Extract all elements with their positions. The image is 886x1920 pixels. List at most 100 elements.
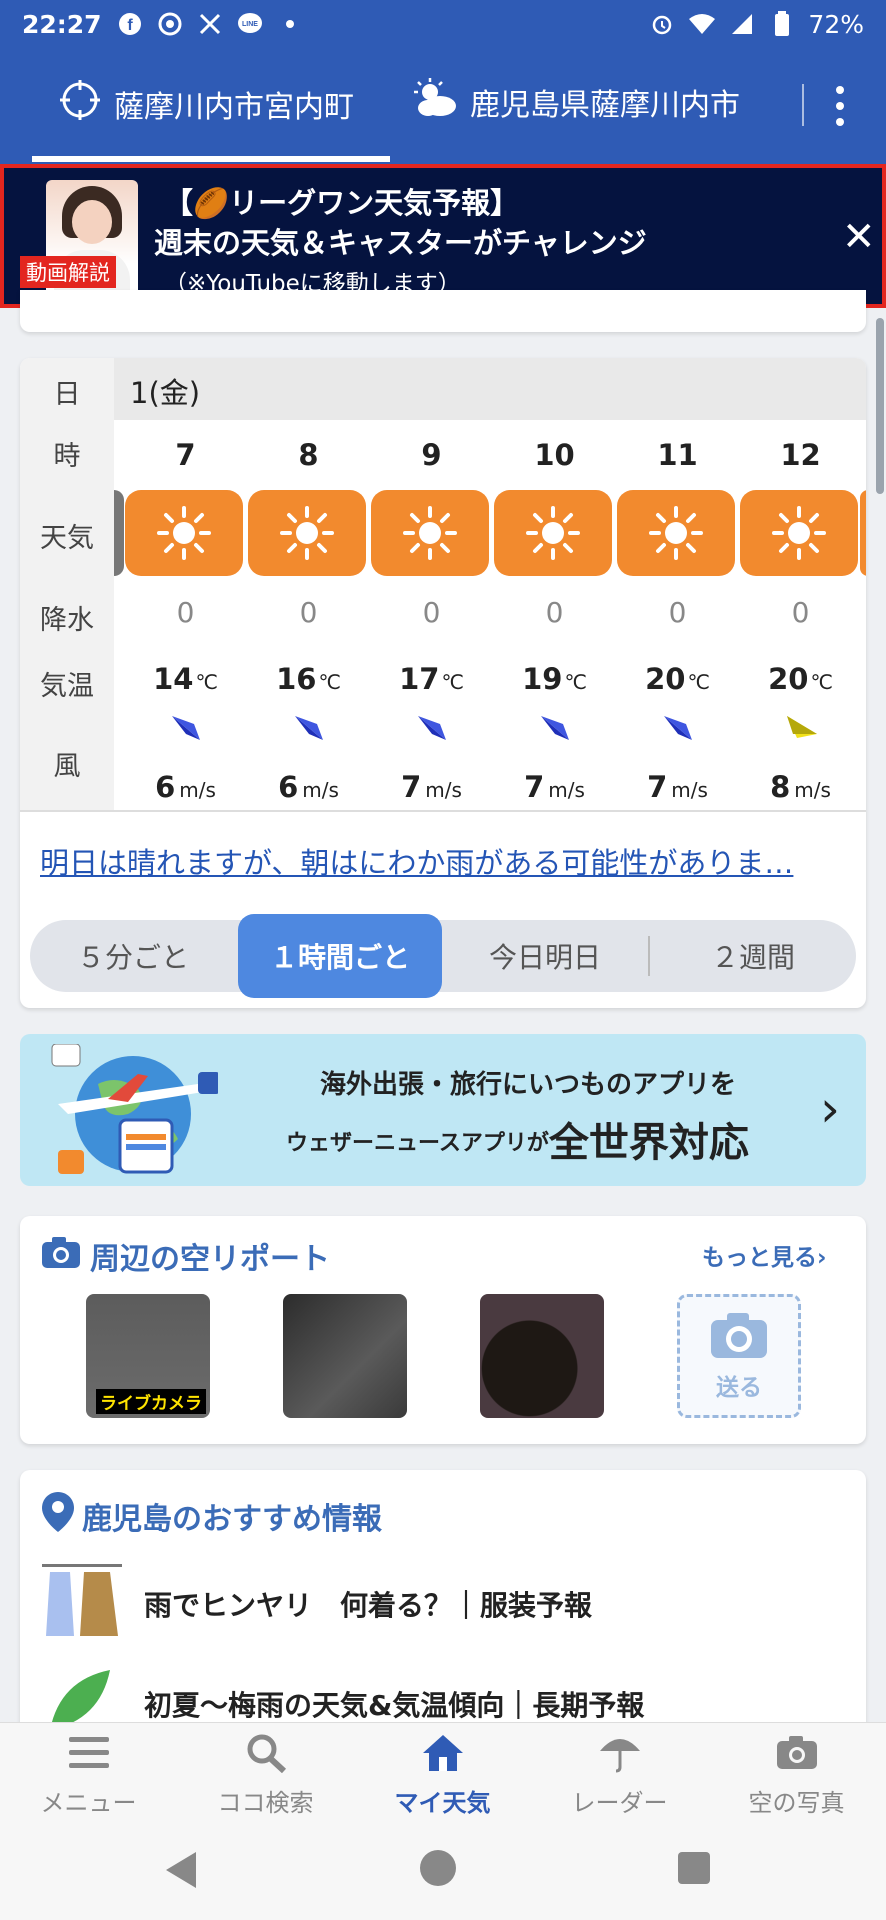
temp-number: 16 [276,662,317,696]
forecast-divider [20,810,866,812]
segment-today-tomorrow[interactable]: 今日明日 [442,920,648,992]
svg-text:f: f [127,17,133,34]
temp-number: 19 [522,662,563,696]
status-time: 22:27 [22,9,102,39]
live-camera-label: ライブカメラ [96,1389,206,1414]
worldwide-promo-banner[interactable]: 海外出張・旅行にいつものアプリを ウェザーニュースアプリが全世界対応 › [20,1034,866,1186]
hour-column[interactable]: 9 0 17 ℃ 7 m/s [370,420,493,810]
wind-speed: 8 m/s [739,770,862,804]
battery-icon [768,10,796,38]
more-label: もっと見る [702,1245,817,1271]
nav-my-weather-label: マイ天気 [394,1789,491,1817]
tab-current-location[interactable]: 薩摩川内市宮内町 [58,78,354,130]
crosshair-icon [58,78,102,130]
wind-speed-number: 6 [155,770,176,804]
sun-icon [125,490,243,576]
interval-selector: ５分ごと １時間ごと 今日明日 ２週間 [30,914,856,998]
hour-column[interactable]: 7 0 14 ℃ 6 m/s [124,420,247,810]
temp-number: 20 [645,662,686,696]
send-photo-button[interactable]: 送る [677,1294,801,1418]
wind-speed-unit: m/s [794,778,831,802]
search-icon [244,1733,288,1779]
globe-plane-icon [51,1044,218,1174]
date-row: 1(金) [114,358,866,420]
promo-line1: 海外出張・旅行にいつものアプリを [320,1070,737,1100]
scrollbar[interactable] [876,318,884,494]
battery-percent: 72% [808,9,864,39]
wind-direction-icon [291,710,327,746]
nav-search-label: ココ検索 [217,1789,314,1817]
more-menu-icon[interactable] [828,86,852,126]
hour-column[interactable]: 8 0 16 ℃ 6 m/s [247,420,370,810]
temp-unit: ℃ [318,670,341,694]
temp-unit: ℃ [564,670,587,694]
home-button-icon[interactable] [420,1850,456,1886]
system-status: 72% [648,10,864,39]
tab-city[interactable]: 鹿児島県薩摩川内市 [412,78,740,126]
chevron-right-icon: › [820,1080,840,1138]
hour-label: 12 [780,438,821,472]
promo-line2: ウェザーニュースアプリが全世界対応 [286,1110,749,1168]
nav-search[interactable]: ココ検索 [177,1733,354,1818]
label-wind: 風 [53,751,81,782]
sky-report-more-link[interactable]: もっと見る› [702,1238,826,1272]
wind-direction-icon [783,710,819,746]
recommend-title-label: 鹿児島のおすすめ情報 [82,1502,382,1537]
sky-photo-live-camera[interactable]: ライブカメラ [86,1294,210,1418]
system-navigation [0,1822,886,1920]
chrome-icon [156,10,184,38]
hour-label: 8 [298,438,319,472]
nav-menu[interactable]: メニュー [0,1733,177,1818]
sky-photo-2[interactable] [283,1294,407,1418]
back-icon[interactable] [166,1852,196,1888]
hour-column[interactable]: 10 0 19 ℃ 7 m/s [493,420,616,810]
send-label: 送る [716,1375,762,1401]
sky-report-card: 周辺の空リポート もっと見る› ライブカメラ 送る [20,1216,866,1444]
wind-speed-number: 8 [770,770,791,804]
recent-apps-icon[interactable] [678,1852,710,1884]
precip-value: 0 [791,596,810,629]
nav-sky-photos[interactable]: 空の写真 [708,1733,885,1818]
sun-icon [740,490,858,576]
tab-city-label: 鹿児島県薩摩川内市 [470,88,740,123]
temp-unit: ℃ [441,670,464,694]
nav-radar-label: レーダー [571,1789,668,1817]
hourly-forecast-card: 日 時 天気 降水 気温 風 1(金) 7 0 14 ℃ 6 m/s 8 0 16 ℃ 6 m/s 9 0… [20,358,866,1008]
precip-value: 0 [422,596,441,629]
nav-sky-photos-label: 空の写真 [748,1789,845,1817]
temp-unit: ℃ [687,670,710,694]
segment-1hour[interactable]: １時間ごと [238,914,442,998]
promo-line2-emphasis: 全世界対応 [548,1120,749,1166]
bottom-navigation: メニュー ココ検索 マイ天気 レーダー 空の写真 [0,1722,886,1822]
sky-photo-3[interactable] [480,1294,604,1418]
hour-label: 10 [534,438,575,472]
wind-direction-icon [414,710,450,746]
sun-icon [248,490,366,576]
forecast-comment-link[interactable]: 明日は晴れますが、朝はにわか雨がある可能性がありま… [40,840,793,882]
menu-icon [67,1733,111,1779]
label-weather: 天気 [40,523,94,554]
line-icon: LINE [236,10,264,38]
hour-column[interactable]: 12 0 20 ℃ 8 m/s [739,420,862,810]
nav-my-weather[interactable]: マイ天気 [354,1733,531,1818]
segment-5min[interactable]: ５分ごと [30,920,236,992]
banner-close-icon[interactable]: ✕ [842,214,876,260]
wind-speed: 6 m/s [124,770,247,804]
segment-2weeks[interactable]: ２週間 [650,920,856,992]
weather-cell-partial-right [860,490,866,576]
camera-icon [709,1310,769,1366]
recommend-item-clothing[interactable]: 雨でヒンヤリ 何着る？｜服装予報 [40,1562,592,1645]
nav-radar[interactable]: レーダー [531,1733,708,1818]
wind-speed-unit: m/s [302,778,339,802]
precip-value: 0 [545,596,564,629]
previous-card-bottom [20,290,866,332]
promo-video-banner[interactable]: 動画解説 【🏉リーグワン天気予報】 週末の天気＆キャスターがチャレンジ （※Yo… [0,164,886,308]
hour-column[interactable]: 11 0 20 ℃ 7 m/s [616,420,739,810]
date-label: 1(金) [130,376,201,410]
temp-number: 14 [153,662,194,696]
temp-value: 20 ℃ [616,662,739,696]
temp-unit: ℃ [810,670,833,694]
home-icon [421,1733,465,1779]
wind-speed-unit: m/s [179,778,216,802]
wind-speed-unit: m/s [671,778,708,802]
